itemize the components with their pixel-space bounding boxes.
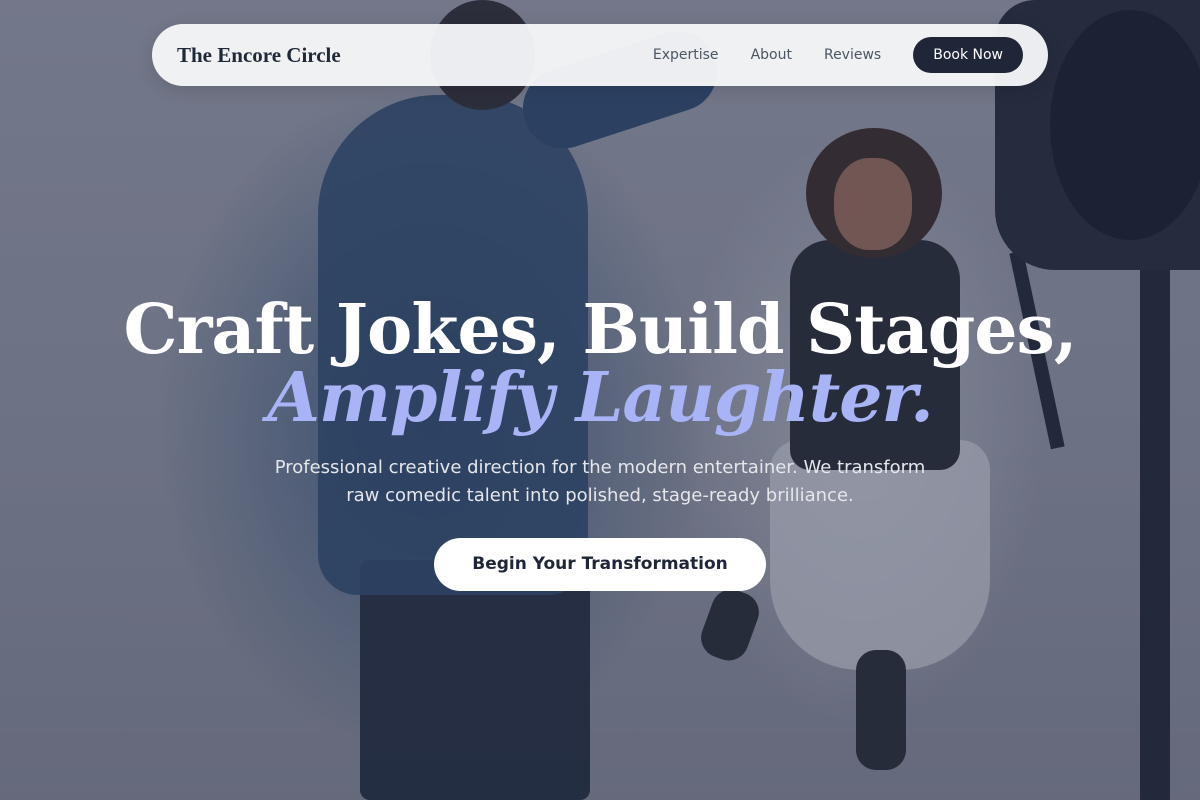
book-now-button[interactable]: Book Now <box>913 37 1023 73</box>
top-navigation-bar: The Encore Circle Expertise About Review… <box>152 24 1048 86</box>
hero-subtext: Professional creative direction for the … <box>274 457 926 506</box>
hero-headline-line2: Amplify Laughter. <box>267 358 934 438</box>
begin-transformation-button[interactable]: Begin Your Transformation <box>434 538 766 591</box>
hero-content: Craft Jokes, Build Stages, Amplify Laugh… <box>0 290 1200 591</box>
nav-link-reviews[interactable]: Reviews <box>824 47 881 63</box>
nav-links: Expertise About Reviews Book Now <box>653 37 1023 73</box>
nav-link-about[interactable]: About <box>751 47 792 63</box>
brand-logo-text[interactable]: The Encore Circle <box>177 43 341 68</box>
nav-link-expertise[interactable]: Expertise <box>653 47 719 63</box>
hero-section: The Encore Circle Expertise About Review… <box>0 0 1200 800</box>
